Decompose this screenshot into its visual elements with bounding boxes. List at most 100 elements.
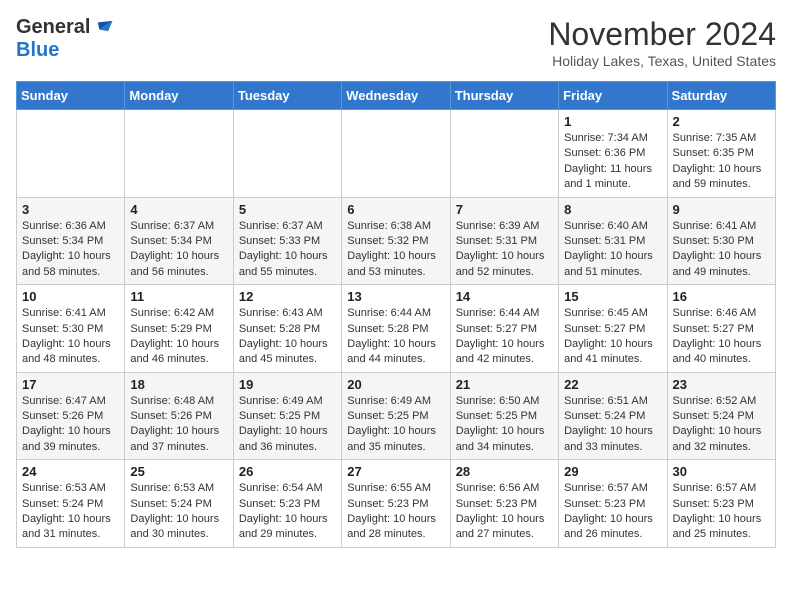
calendar-cell: 18 Sunrise: 6:48 AM Sunset: 5:26 PM Dayli… xyxy=(125,372,233,460)
day-number: 3 xyxy=(22,202,119,217)
day-info: Sunrise: 6:41 AM Sunset: 5:30 PM Dayligh… xyxy=(22,306,119,368)
day-info: Sunrise: 6:38 AM Sunset: 5:32 PM Dayligh… xyxy=(347,219,444,281)
day-info: Sunrise: 6:50 AM Sunset: 5:25 PM Dayligh… xyxy=(456,394,553,456)
calendar-cell: 22 Sunrise: 6:51 AM Sunset: 5:24 PM Dayli… xyxy=(559,372,667,460)
day-number: 8 xyxy=(564,202,661,217)
day-info: Sunrise: 6:46 AM Sunset: 5:27 PM Dayligh… xyxy=(673,306,770,368)
calendar-cell: 28 Sunrise: 6:56 AM Sunset: 5:23 PM Dayli… xyxy=(450,460,558,548)
col-header-friday: Friday xyxy=(559,82,667,110)
month-title: November 2024 xyxy=(548,16,776,53)
calendar-header-row: SundayMondayTuesdayWednesdayThursdayFrid… xyxy=(17,82,776,110)
day-number: 26 xyxy=(239,464,336,479)
calendar-cell: 19 Sunrise: 6:49 AM Sunset: 5:25 PM Dayli… xyxy=(233,372,341,460)
day-info: Sunrise: 6:53 AM Sunset: 5:24 PM Dayligh… xyxy=(22,481,119,543)
calendar-cell: 4 Sunrise: 6:37 AM Sunset: 5:34 PM Daylig… xyxy=(125,197,233,285)
day-number: 19 xyxy=(239,377,336,392)
day-info: Sunrise: 6:55 AM Sunset: 5:23 PM Dayligh… xyxy=(347,481,444,543)
day-info: Sunrise: 6:36 AM Sunset: 5:34 PM Dayligh… xyxy=(22,219,119,281)
calendar-cell: 3 Sunrise: 6:36 AM Sunset: 5:34 PM Daylig… xyxy=(17,197,125,285)
day-info: Sunrise: 7:34 AM Sunset: 6:36 PM Dayligh… xyxy=(564,131,661,193)
col-header-sunday: Sunday xyxy=(17,82,125,110)
day-number: 22 xyxy=(564,377,661,392)
day-number: 10 xyxy=(22,289,119,304)
day-info: Sunrise: 6:42 AM Sunset: 5:29 PM Dayligh… xyxy=(130,306,227,368)
day-number: 1 xyxy=(564,114,661,129)
day-info: Sunrise: 6:52 AM Sunset: 5:24 PM Dayligh… xyxy=(673,394,770,456)
calendar-cell: 24 Sunrise: 6:53 AM Sunset: 5:24 PM Dayli… xyxy=(17,460,125,548)
calendar-cell: 15 Sunrise: 6:45 AM Sunset: 5:27 PM Dayli… xyxy=(559,285,667,373)
calendar-week-row: 10 Sunrise: 6:41 AM Sunset: 5:30 PM Dayli… xyxy=(17,285,776,373)
calendar-cell: 2Sunrise: 7:35 AM Sunset: 6:35 PM Daylig… xyxy=(667,110,775,198)
day-info: Sunrise: 6:54 AM Sunset: 5:23 PM Dayligh… xyxy=(239,481,336,543)
calendar-cell: 16 Sunrise: 6:46 AM Sunset: 5:27 PM Dayli… xyxy=(667,285,775,373)
calendar-cell xyxy=(233,110,341,198)
col-header-wednesday: Wednesday xyxy=(342,82,450,110)
day-info: Sunrise: 6:51 AM Sunset: 5:24 PM Dayligh… xyxy=(564,394,661,456)
calendar-cell xyxy=(342,110,450,198)
day-number: 29 xyxy=(564,464,661,479)
day-info: Sunrise: 6:39 AM Sunset: 5:31 PM Dayligh… xyxy=(456,219,553,281)
calendar-cell: 14Sunrise: 6:44 AM Sunset: 5:27 PM Dayli… xyxy=(450,285,558,373)
day-info: Sunrise: 6:37 AM Sunset: 5:34 PM Dayligh… xyxy=(130,219,227,281)
calendar-cell: 7 Sunrise: 6:39 AM Sunset: 5:31 PM Daylig… xyxy=(450,197,558,285)
day-number: 18 xyxy=(130,377,227,392)
day-info: Sunrise: 6:41 AM Sunset: 5:30 PM Dayligh… xyxy=(673,219,770,281)
day-number: 23 xyxy=(673,377,770,392)
calendar-cell xyxy=(17,110,125,198)
calendar-table: SundayMondayTuesdayWednesdayThursdayFrid… xyxy=(16,81,776,548)
logo-blue-text: Blue xyxy=(16,39,59,61)
day-info: Sunrise: 6:44 AM Sunset: 5:28 PM Dayligh… xyxy=(347,306,444,368)
calendar-cell xyxy=(125,110,233,198)
col-header-saturday: Saturday xyxy=(667,82,775,110)
logo: General Blue xyxy=(16,16,114,62)
calendar-cell: 9 Sunrise: 6:41 AM Sunset: 5:30 PM Daylig… xyxy=(667,197,775,285)
day-number: 9 xyxy=(673,202,770,217)
logo-general-text: General xyxy=(16,16,90,39)
day-number: 6 xyxy=(347,202,444,217)
day-number: 15 xyxy=(564,289,661,304)
calendar-cell: 20Sunrise: 6:49 AM Sunset: 5:25 PM Dayli… xyxy=(342,372,450,460)
day-number: 17 xyxy=(22,377,119,392)
page-header: General Blue November 2024 Holiday Lakes… xyxy=(16,16,776,69)
day-number: 4 xyxy=(130,202,227,217)
calendar-cell: 11Sunrise: 6:42 AM Sunset: 5:29 PM Dayli… xyxy=(125,285,233,373)
calendar-cell: 5 Sunrise: 6:37 AM Sunset: 5:33 PM Daylig… xyxy=(233,197,341,285)
day-number: 28 xyxy=(456,464,553,479)
day-info: Sunrise: 6:44 AM Sunset: 5:27 PM Dayligh… xyxy=(456,306,553,368)
day-number: 30 xyxy=(673,464,770,479)
day-number: 20 xyxy=(347,377,444,392)
calendar-cell: 27Sunrise: 6:55 AM Sunset: 5:23 PM Dayli… xyxy=(342,460,450,548)
calendar-week-row: 17 Sunrise: 6:47 AM Sunset: 5:26 PM Dayli… xyxy=(17,372,776,460)
day-info: Sunrise: 6:40 AM Sunset: 5:31 PM Dayligh… xyxy=(564,219,661,281)
day-number: 7 xyxy=(456,202,553,217)
calendar-cell: 23 Sunrise: 6:52 AM Sunset: 5:24 PM Dayli… xyxy=(667,372,775,460)
calendar-cell: 8 Sunrise: 6:40 AM Sunset: 5:31 PM Daylig… xyxy=(559,197,667,285)
calendar-cell: 30 Sunrise: 6:57 AM Sunset: 5:23 PM Dayli… xyxy=(667,460,775,548)
day-number: 5 xyxy=(239,202,336,217)
day-info: Sunrise: 6:43 AM Sunset: 5:28 PM Dayligh… xyxy=(239,306,336,368)
day-number: 13 xyxy=(347,289,444,304)
calendar-week-row: 1 Sunrise: 7:34 AM Sunset: 6:36 PM Daylig… xyxy=(17,110,776,198)
day-info: Sunrise: 6:37 AM Sunset: 5:33 PM Dayligh… xyxy=(239,219,336,281)
calendar-cell: 25Sunrise: 6:53 AM Sunset: 5:24 PM Dayli… xyxy=(125,460,233,548)
col-header-tuesday: Tuesday xyxy=(233,82,341,110)
calendar-cell: 29 Sunrise: 6:57 AM Sunset: 5:23 PM Dayli… xyxy=(559,460,667,548)
day-number: 21 xyxy=(456,377,553,392)
day-number: 25 xyxy=(130,464,227,479)
day-number: 24 xyxy=(22,464,119,479)
calendar-cell: 10 Sunrise: 6:41 AM Sunset: 5:30 PM Dayli… xyxy=(17,285,125,373)
day-info: Sunrise: 7:35 AM Sunset: 6:35 PM Dayligh… xyxy=(673,131,770,193)
day-number: 16 xyxy=(673,289,770,304)
day-info: Sunrise: 6:45 AM Sunset: 5:27 PM Dayligh… xyxy=(564,306,661,368)
calendar-cell: 17 Sunrise: 6:47 AM Sunset: 5:26 PM Dayli… xyxy=(17,372,125,460)
calendar-week-row: 24 Sunrise: 6:53 AM Sunset: 5:24 PM Dayli… xyxy=(17,460,776,548)
day-info: Sunrise: 6:48 AM Sunset: 5:26 PM Dayligh… xyxy=(130,394,227,456)
day-info: Sunrise: 6:49 AM Sunset: 5:25 PM Dayligh… xyxy=(239,394,336,456)
day-info: Sunrise: 6:57 AM Sunset: 5:23 PM Dayligh… xyxy=(564,481,661,543)
logo-bird-icon xyxy=(92,15,114,37)
calendar-cell: 6 Sunrise: 6:38 AM Sunset: 5:32 PM Daylig… xyxy=(342,197,450,285)
location-subtitle: Holiday Lakes, Texas, United States xyxy=(548,53,776,69)
day-info: Sunrise: 6:47 AM Sunset: 5:26 PM Dayligh… xyxy=(22,394,119,456)
day-info: Sunrise: 6:57 AM Sunset: 5:23 PM Dayligh… xyxy=(673,481,770,543)
day-info: Sunrise: 6:56 AM Sunset: 5:23 PM Dayligh… xyxy=(456,481,553,543)
